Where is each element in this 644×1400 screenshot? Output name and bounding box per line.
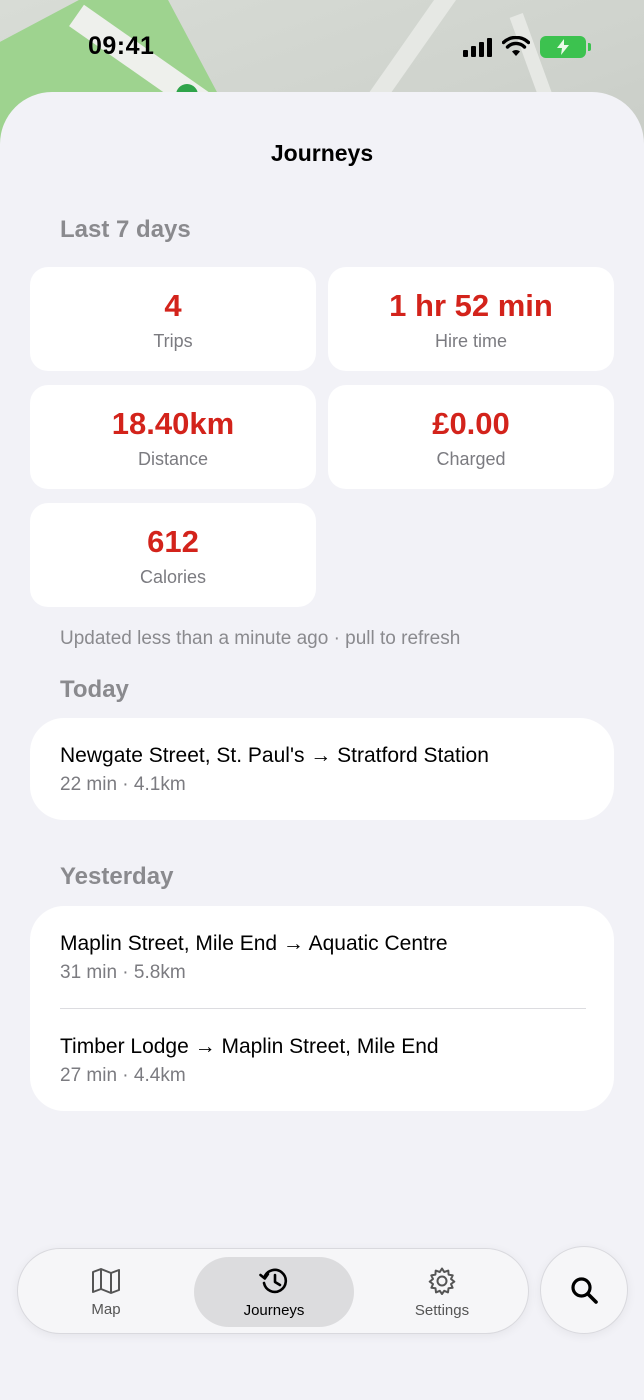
page-title: Journeys [270,140,374,166]
battery-charging-icon [540,36,591,58]
journey-route: Newgate Street, St. Paul's → Stratford S… [60,744,489,767]
journey-meta: 22 min · 4.1km [60,774,186,795]
stat-card-calories: 612 Calories [30,503,316,607]
wifi-icon [502,36,530,56]
stat-value: 612 [147,523,199,559]
section-label-last-7-days: Last 7 days [60,216,191,243]
stat-value: £0.00 [432,405,510,441]
stat-label: Hire time [434,330,507,351]
updated-note: Updated less than a minute ago · pull to… [60,628,461,649]
tab-label: Map [91,1300,121,1318]
section-label-yesterday: Yesterday [60,863,174,890]
section-label-today: Today [60,676,129,703]
search-button[interactable] [540,1246,628,1334]
stat-value: 1 hr 52 min [389,287,553,323]
stat-value: 4 [164,287,182,323]
history-icon [259,1268,288,1293]
search-icon [571,1277,598,1304]
tab-bar: Map Journeys Settings [17,1248,529,1334]
stat-value: 18.40km [111,405,235,441]
journeys-sheet: Journeys Last 7 days 4 Trips 1 hr 52 min… [0,92,644,1400]
journey-list-today: Newgate Street, St. Paul's → Stratford S… [30,718,614,820]
tab-journeys[interactable]: Journeys [194,1257,354,1327]
stat-card-hire-time: 1 hr 52 min Hire time [328,267,614,371]
stat-label: Trips [153,330,193,351]
stat-label: Distance [137,448,209,469]
tab-label: Settings [414,1301,470,1319]
cellular-signal-icon [463,37,492,57]
stat-card-trips: 4 Trips [30,267,316,371]
journey-route: Maplin Street, Mile End → Aquatic Centre [60,932,448,955]
stat-label: Charged [436,448,506,469]
tab-map[interactable]: Map [26,1257,186,1327]
status-bar: 09:41 [0,0,644,92]
status-icons [463,36,591,58]
journey-meta: 27 min · 4.4km [60,1065,186,1086]
stat-card-distance: 18.40km Distance [30,385,316,489]
stat-card-charged: £0.00 Charged [328,385,614,489]
tab-settings[interactable]: Settings [362,1257,522,1327]
tab-label: Journeys [243,1301,305,1319]
journey-route: Timber Lodge → Maplin Street, Mile End [60,1035,439,1058]
journey-row[interactable]: Newgate Street, St. Paul's → Stratford S… [30,718,614,820]
stat-label: Calories [139,566,207,587]
journey-row[interactable]: Timber Lodge → Maplin Street, Mile End 2… [30,1009,614,1111]
journey-meta: 31 min · 5.8km [60,962,186,983]
gear-icon [428,1267,456,1295]
journey-list-yesterday: Maplin Street, Mile End → Aquatic Centre… [30,906,614,1111]
journey-row[interactable]: Maplin Street, Mile End → Aquatic Centre… [30,906,614,1008]
status-time: 09:41 [88,32,155,60]
map-icon [92,1267,120,1294]
